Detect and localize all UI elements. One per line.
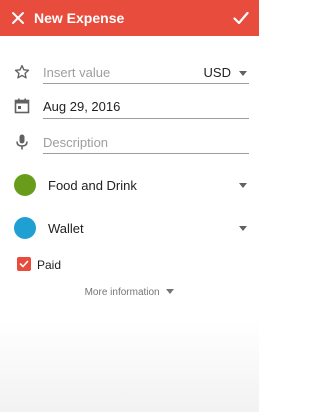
value-field[interactable]: Insert value USD <box>0 60 259 86</box>
value-underline <box>43 83 249 84</box>
date-input[interactable]: Aug 29, 2016 <box>43 99 120 114</box>
close-icon[interactable] <box>0 0 36 36</box>
app-bar: New Expense <box>0 0 259 36</box>
account-label: Wallet <box>48 221 84 236</box>
date-field[interactable]: Aug 29, 2016 <box>0 96 259 122</box>
calendar-icon <box>13 97 31 115</box>
date-underline <box>43 118 249 119</box>
description-input[interactable]: Description <box>43 135 108 150</box>
account-color-dot <box>14 217 36 239</box>
currency-dropdown-icon[interactable] <box>239 71 247 76</box>
more-information-label: More information <box>84 287 160 298</box>
star-outline-icon <box>13 63 31 81</box>
paid-checkbox[interactable] <box>17 257 31 271</box>
value-input[interactable]: Insert value <box>43 65 110 80</box>
page-title: New Expense <box>34 10 125 26</box>
category-label: Food and Drink <box>48 178 137 193</box>
category-color-dot <box>14 174 36 196</box>
category-select[interactable]: Food and Drink <box>0 172 259 198</box>
paid-label: Paid <box>37 258 62 272</box>
chevron-down-icon[interactable] <box>239 183 247 188</box>
chevron-down-icon[interactable] <box>239 226 247 231</box>
more-information-text: More information <box>0 287 259 298</box>
currency-select[interactable]: USD <box>204 65 231 80</box>
microphone-icon[interactable] <box>13 133 31 151</box>
chevron-down-icon <box>166 289 175 294</box>
account-select[interactable]: Wallet <box>0 215 259 241</box>
paid-checkbox-row[interactable]: Paid <box>0 256 259 274</box>
background-fade <box>0 320 259 412</box>
description-field[interactable]: Description <box>0 132 259 158</box>
check-icon[interactable] <box>223 0 259 36</box>
description-underline <box>43 153 249 154</box>
more-information-button[interactable]: More information <box>0 286 259 302</box>
